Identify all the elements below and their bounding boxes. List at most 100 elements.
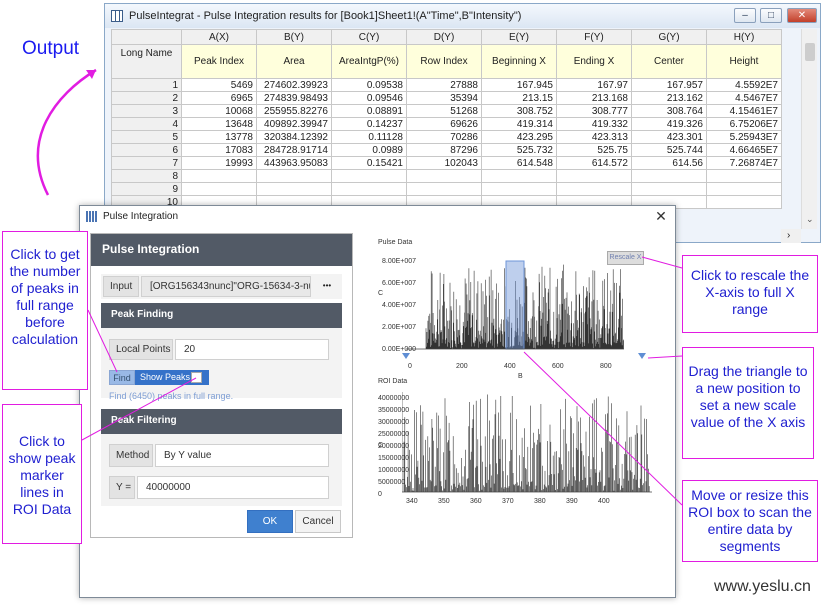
table-cell[interactable] [481, 169, 557, 183]
long-name-cell[interactable]: Peak Index [181, 44, 257, 79]
table-row[interactable]: 2 6965 274839.98493 0.09546 35394 213.15 213.1… [111, 91, 782, 105]
scroll-thumb[interactable] [805, 43, 815, 61]
table-cell[interactable]: 0.14237 [331, 117, 407, 131]
table-row[interactable]: 5 13778 320384.12392 0.11128 70286 423.295 423… [111, 130, 782, 144]
table-cell[interactable]: 4.66465E7 [706, 143, 782, 157]
maximize-button[interactable]: □ [760, 8, 782, 23]
table-cell[interactable]: 423.301 [631, 130, 707, 144]
minimize-button[interactable]: – [734, 8, 756, 23]
table-cell[interactable]: 614.56 [631, 156, 707, 170]
horizontal-scroll-arrow[interactable]: › [781, 229, 801, 243]
table-cell[interactable]: 0.09546 [331, 91, 407, 105]
table-cell[interactable] [406, 182, 482, 196]
y-threshold-input[interactable]: 40000000 [137, 476, 329, 499]
long-name-cell[interactable]: Center [631, 44, 707, 79]
row-header[interactable]: 4 [111, 117, 182, 131]
column-header[interactable]: F(Y) [556, 29, 632, 45]
vertical-scrollbar[interactable]: ⌄ [801, 29, 817, 229]
column-header[interactable]: A(X) [181, 29, 257, 45]
input-browse-button[interactable]: ••• [315, 276, 339, 297]
column-header-row[interactable]: A(X) B(Y) C(Y) D(Y) E(Y) F(Y) G(Y) H(Y) [111, 29, 782, 45]
left-scale-triangle-icon[interactable] [402, 353, 410, 359]
table-cell[interactable] [631, 182, 707, 196]
peak-finding-header[interactable]: Peak Finding [101, 303, 342, 328]
row-header[interactable]: 9 [111, 182, 182, 196]
table-cell[interactable] [481, 182, 557, 196]
table-cell[interactable]: 213.15 [481, 91, 557, 105]
table-cell[interactable]: 284728.91714 [256, 143, 332, 157]
table-cell[interactable] [331, 182, 407, 196]
table-cell[interactable]: 0.09538 [331, 78, 407, 92]
table-cell[interactable]: 4.5592E7 [706, 78, 782, 92]
table-cell[interactable]: 525.744 [631, 143, 707, 157]
table-cell[interactable]: 13648 [181, 117, 257, 131]
dialog-close-button[interactable]: ✕ [652, 207, 670, 225]
table-cell[interactable]: 320384.12392 [256, 130, 332, 144]
row-header[interactable]: 6 [111, 143, 182, 157]
table-cell[interactable]: 409892.39947 [256, 117, 332, 131]
table-cell[interactable]: 35394 [406, 91, 482, 105]
table-cell[interactable] [406, 169, 482, 183]
table-cell[interactable]: 13778 [181, 130, 257, 144]
long-name-cell[interactable]: Ending X [556, 44, 632, 79]
table-cell[interactable]: 6965 [181, 91, 257, 105]
table-row[interactable]: 3 10068 255955.82276 0.08891 51268 308.752 308… [111, 104, 782, 118]
table-cell[interactable] [556, 169, 632, 183]
table-cell[interactable] [631, 169, 707, 183]
table-cell[interactable] [706, 182, 782, 196]
find-button[interactable]: Find [109, 370, 135, 385]
table-cell[interactable]: 4.15461E7 [706, 104, 782, 118]
table-cell[interactable] [556, 182, 632, 196]
table-row[interactable]: 9 [111, 182, 782, 196]
table-cell[interactable]: 87296 [406, 143, 482, 157]
table-cell[interactable]: 102043 [406, 156, 482, 170]
table-cell[interactable]: 614.548 [481, 156, 557, 170]
table-cell[interactable]: 423.295 [481, 130, 557, 144]
column-header[interactable]: D(Y) [406, 29, 482, 45]
row-header[interactable]: 1 [111, 78, 182, 92]
table-cell[interactable]: 213.162 [631, 91, 707, 105]
row-header[interactable]: 8 [111, 169, 182, 183]
table-row[interactable]: 6 17083 284728.91714 0.0989 87296 525.732 525.… [111, 143, 782, 157]
long-name-cell[interactable]: Beginning X [481, 44, 557, 79]
corner-cell[interactable] [111, 29, 182, 45]
table-cell[interactable]: 7.26874E7 [706, 156, 782, 170]
show-peaks-checkbox[interactable] [191, 372, 202, 383]
table-cell[interactable]: 525.75 [556, 143, 632, 157]
table-cell[interactable]: 6.75206E7 [706, 117, 782, 131]
roi-data-plot[interactable]: ROI Data C 40000000 35000000 30000000 25000… [378, 378, 658, 518]
table-cell[interactable]: 443963.95083 [256, 156, 332, 170]
method-select[interactable]: By Y value [155, 444, 329, 467]
table-cell[interactable]: 419.326 [631, 117, 707, 131]
roi-canvas[interactable] [402, 392, 652, 496]
table-cell[interactable]: 0.15421 [331, 156, 407, 170]
table-cell[interactable] [331, 169, 407, 183]
table-cell[interactable]: 255955.82276 [256, 104, 332, 118]
pulse-data-plot[interactable]: Pulse Data Rescale X C B 8.00E+007 6.00E+… [378, 239, 658, 384]
row-header[interactable]: 7 [111, 156, 182, 170]
table-cell[interactable]: 423.313 [556, 130, 632, 144]
column-header[interactable]: G(Y) [631, 29, 707, 45]
table-cell[interactable]: 70286 [406, 130, 482, 144]
table-cell[interactable]: 274839.98493 [256, 91, 332, 105]
table-row[interactable]: 8 [111, 169, 782, 183]
table-cell[interactable]: 19993 [181, 156, 257, 170]
column-header[interactable]: C(Y) [331, 29, 407, 45]
column-header[interactable]: E(Y) [481, 29, 557, 45]
table-cell[interactable]: 5.25943E7 [706, 130, 782, 144]
table-cell[interactable] [706, 169, 782, 183]
table-cell[interactable] [706, 195, 782, 209]
pulse-canvas[interactable] [402, 253, 652, 373]
table-cell[interactable]: 27888 [406, 78, 482, 92]
worksheet-grid[interactable]: A(X) B(Y) C(Y) D(Y) E(Y) F(Y) G(Y) H(Y) Long Na… [111, 29, 782, 209]
table-cell[interactable] [181, 182, 257, 196]
column-header[interactable]: H(Y) [706, 29, 782, 45]
close-button[interactable]: ✕ [787, 8, 817, 23]
table-cell[interactable]: 274602.39923 [256, 78, 332, 92]
ok-button[interactable]: OK [247, 510, 293, 533]
row-header[interactable]: 3 [111, 104, 182, 118]
long-name-cell[interactable]: Row Index [406, 44, 482, 79]
right-scale-triangle-icon[interactable] [638, 353, 646, 359]
table-cell[interactable]: 213.168 [556, 91, 632, 105]
row-header[interactable]: 5 [111, 130, 182, 144]
